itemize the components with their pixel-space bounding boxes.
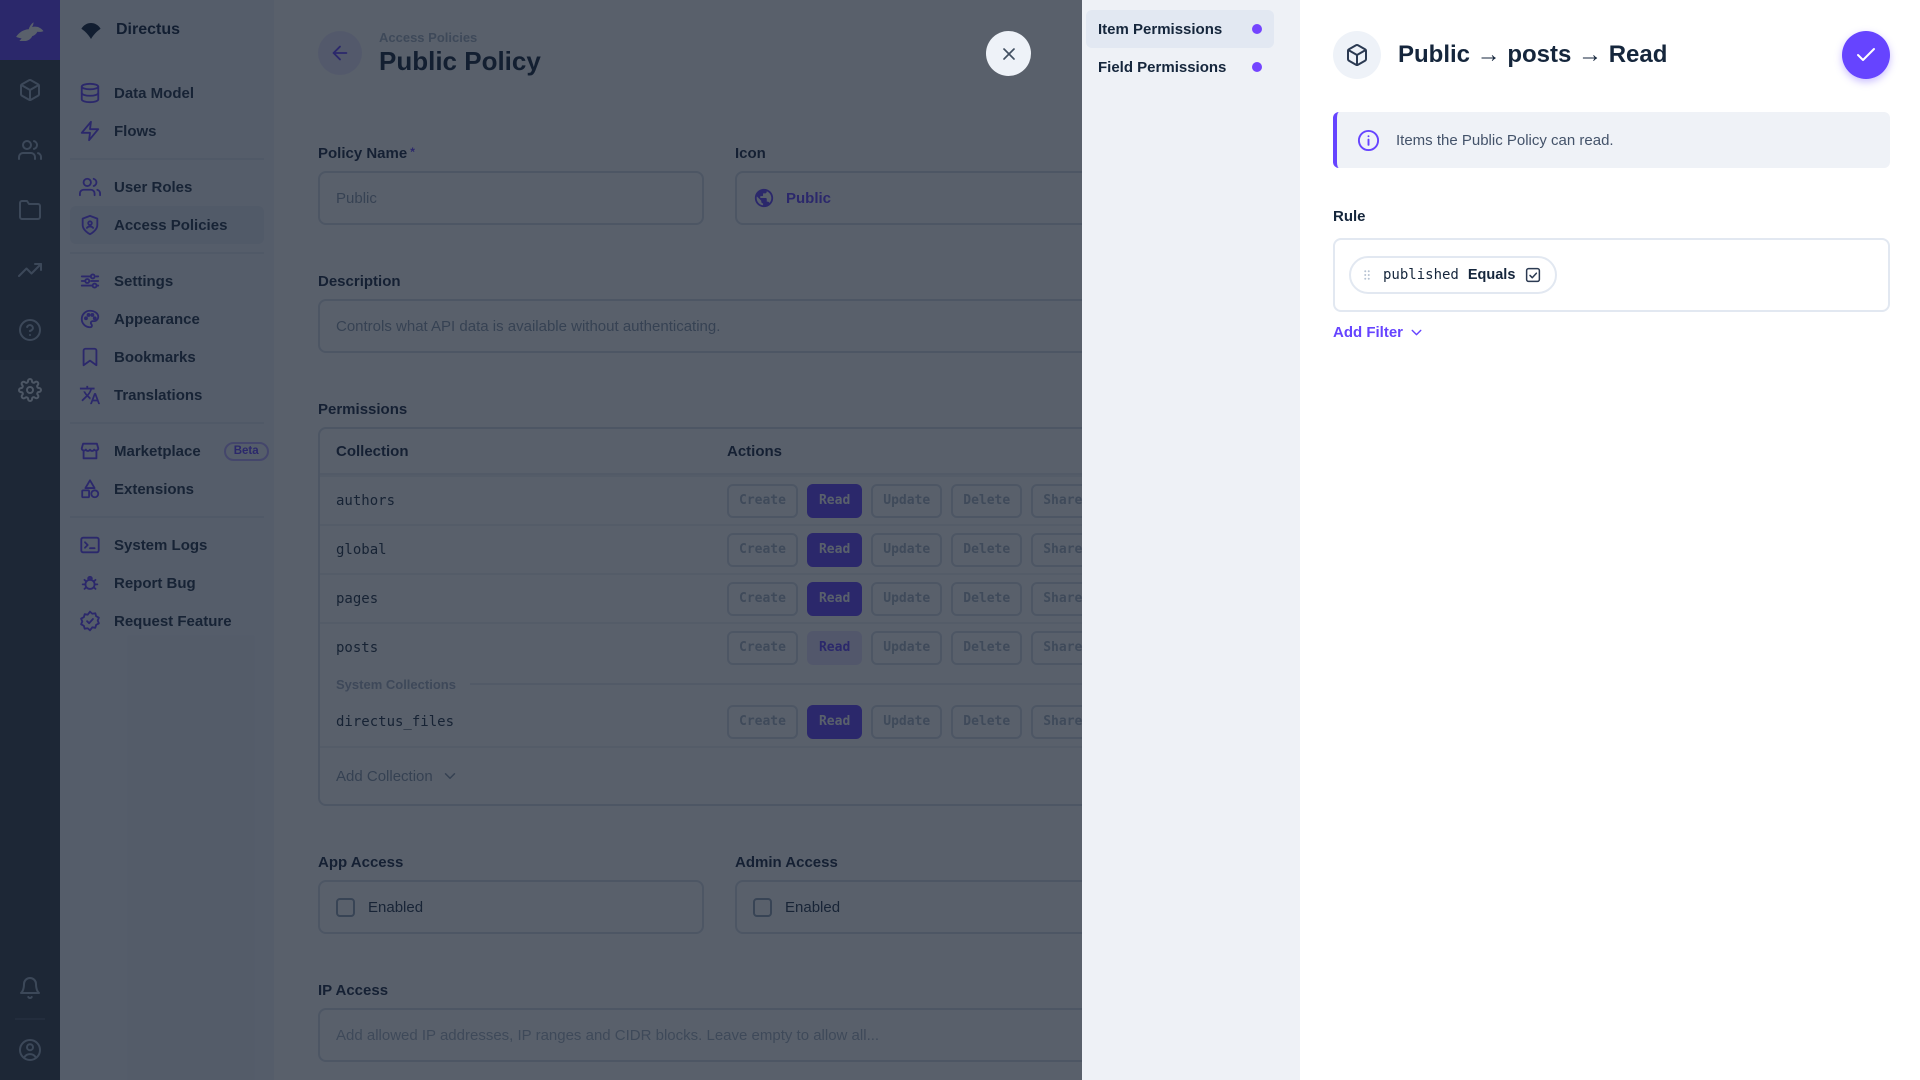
rule-label: Rule: [1333, 208, 1366, 225]
box-icon: [1345, 43, 1369, 67]
info-banner-text: Items the Public Policy can read.: [1396, 131, 1614, 149]
drawer-tab-field-permissions[interactable]: Field Permissions: [1086, 48, 1274, 86]
drawer-tab-label: Field Permissions: [1098, 58, 1227, 76]
info-icon: [1357, 129, 1380, 152]
check-icon: [1854, 43, 1878, 67]
app: Directus Data ModelFlowsUser RolesAccess…: [0, 0, 1920, 1080]
drawer-close-button[interactable]: [986, 31, 1031, 76]
permission-dot: [1252, 62, 1262, 72]
drawer-title: Public → posts → Read: [1398, 41, 1668, 68]
save-button[interactable]: [1842, 31, 1890, 79]
drawer-avatar: [1333, 31, 1381, 79]
chevron-down-icon: [1408, 324, 1425, 341]
drawer-tab-label: Item Permissions: [1098, 20, 1223, 38]
permission-dot: [1252, 24, 1262, 34]
add-filter-button[interactable]: Add Filter: [1333, 324, 1425, 341]
drawer-sidebar: Item Permissions Field Permissions: [1082, 0, 1300, 1080]
drag-handle-icon[interactable]: [1360, 268, 1374, 282]
drawer-main: Public → posts → Read Items the Public P…: [1300, 0, 1920, 1080]
add-filter-label: Add Filter: [1333, 324, 1403, 341]
filter-rule[interactable]: published Equals: [1349, 256, 1558, 294]
info-banner: Items the Public Policy can read.: [1333, 112, 1890, 168]
rule-box: published Equals: [1333, 238, 1890, 312]
rule-field[interactable]: published: [1383, 267, 1459, 283]
rule-value-checkbox[interactable]: [1524, 266, 1542, 284]
close-icon: [999, 44, 1019, 64]
rule-operator[interactable]: Equals: [1468, 267, 1516, 283]
modal-overlay[interactable]: [0, 0, 1082, 1080]
drawer-tab-item-permissions[interactable]: Item Permissions: [1086, 10, 1274, 48]
drawer-header: Public → posts → Read: [1333, 31, 1890, 79]
